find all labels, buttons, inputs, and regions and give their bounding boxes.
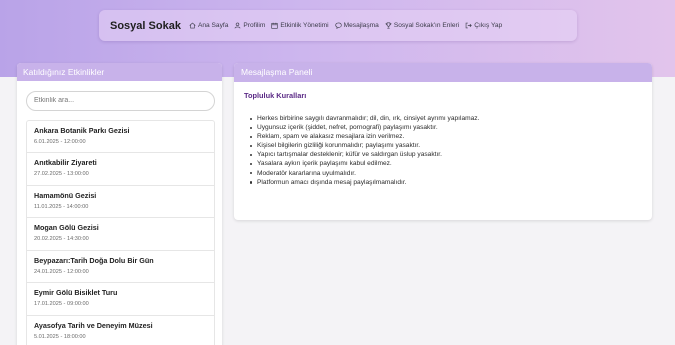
event-title: Ankara Botanik Parkı Gezisi <box>34 125 130 135</box>
nav-top-list[interactable]: Sosyal Sokak'ın Enleri <box>385 22 459 29</box>
event-search-input[interactable] <box>26 90 215 111</box>
event-list-item[interactable]: Beypazarı:Tarih Doğa Dolu Bir Gün 24.01.… <box>27 251 214 283</box>
event-date: 27.02.2025 - 13:00:00 <box>34 171 89 177</box>
messaging-panel: Mesajlaşma Paneli Topluluk Kuralları Her… <box>234 63 652 220</box>
nav-event-management-label: Etkinlik Yönetimi <box>280 22 329 29</box>
nav-logout[interactable]: Çıkış Yap <box>465 22 502 29</box>
messaging-panel-title: Mesajlaşma Paneli <box>234 63 652 82</box>
event-list-item[interactable]: Eymir Gölü Bisiklet Turu 17.01.2025 - 09… <box>27 283 214 316</box>
nav-messaging-label: Mesajlaşma <box>343 22 379 29</box>
event-title: Beypazarı:Tarih Doğa Dolu Bir Gün <box>34 255 154 265</box>
nav-top-list-label: Sosyal Sokak'ın Enleri <box>393 22 460 29</box>
event-date: 5.01.2025 - 18:00:00 <box>34 333 86 340</box>
user-icon <box>234 22 241 29</box>
event-title: Anıtkabilir Ziyareti <box>34 158 97 167</box>
event-title: Eymir Gölü Bisiklet Turu <box>34 288 118 297</box>
trophy-icon <box>385 22 392 29</box>
attended-events-title: Katıldığınız Etkinlikler <box>17 63 222 81</box>
event-list-item[interactable]: Hamamönü Gezisi 11.01.2025 - 14:00:00 <box>27 186 214 218</box>
nav-home-label: Ana Sayfa <box>197 22 229 29</box>
chat-icon <box>335 22 342 29</box>
event-list: Ankara Botanik Parkı Gezisi 6.01.2025 - … <box>26 119 215 345</box>
attended-events-panel: Katıldığınız Etkinlikler Ankara Botanik … <box>17 63 222 345</box>
event-list-item[interactable]: Ayasofya Tarih ve Deneyim Müzesi 5.01.20… <box>27 316 214 345</box>
event-date: 20.02.2025 - 14:30:00 <box>34 236 89 242</box>
rule-item: Yasalara aykırı içerik paylaşımı kabul e… <box>250 159 652 168</box>
event-list-item[interactable]: Mogan Gölü Gezisi 20.02.2025 - 14:30:00 <box>27 218 214 251</box>
rule-item: Platformun amacı dışında mesaj paylaşılm… <box>250 178 652 187</box>
community-rules-list: Herkes birbirine saygılı davranmalıdır; … <box>250 114 652 187</box>
nav-logout-label: Çıkış Yap <box>474 22 503 29</box>
rule-item: Reklam, spam ve alakasız mesajlara izin … <box>250 132 652 141</box>
rule-item: Uygunsuz içerik (şiddet, nefret, pornogr… <box>250 123 652 132</box>
event-date: 24.01.2025 - 12:00:00 <box>34 268 89 275</box>
event-list-item[interactable]: Ankara Botanik Parkı Gezisi 6.01.2025 - … <box>27 121 214 153</box>
event-search-wrapper <box>17 81 222 117</box>
home-icon <box>189 22 196 29</box>
logout-icon <box>465 22 472 29</box>
brand-logo[interactable]: Sosyal Sokak <box>110 20 181 32</box>
navbar: Sosyal Sokak Ana Sayfa Profilim Etkinlik… <box>99 10 577 41</box>
event-date: 11.01.2025 - 14:00:00 <box>34 203 89 210</box>
event-date: 17.01.2025 - 09:00:00 <box>34 301 89 307</box>
rule-item: Yapıcı tartışmalar desteklenir; küfür ve… <box>250 150 652 159</box>
event-title: Hamamönü Gezisi <box>34 190 97 200</box>
nav-messaging[interactable]: Mesajlaşma <box>335 22 379 29</box>
event-title: Mogan Gölü Gezisi <box>34 223 99 232</box>
rule-item: Herkes birbirine saygılı davranmalıdır; … <box>250 114 652 123</box>
event-title: Ayasofya Tarih ve Deneyim Müzesi <box>34 320 153 330</box>
nav-profile-label: Profilim <box>243 22 266 29</box>
nav-profile[interactable]: Profilim <box>234 22 265 29</box>
event-list-item[interactable]: Anıtkabilir Ziyareti 27.02.2025 - 13:00:… <box>27 153 214 186</box>
community-rules-title: Topluluk Kuralları <box>244 91 307 100</box>
calendar-icon <box>271 22 278 29</box>
event-date: 6.01.2025 - 12:00:00 <box>34 138 86 145</box>
rule-item: Kişisel bilgilerin gizliliği korunmalıdı… <box>250 141 652 150</box>
nav-event-management[interactable]: Etkinlik Yönetimi <box>271 22 329 29</box>
nav-home[interactable]: Ana Sayfa <box>189 22 228 29</box>
rule-item: Moderatör kararlarına uyulmalıdır. <box>250 169 652 178</box>
